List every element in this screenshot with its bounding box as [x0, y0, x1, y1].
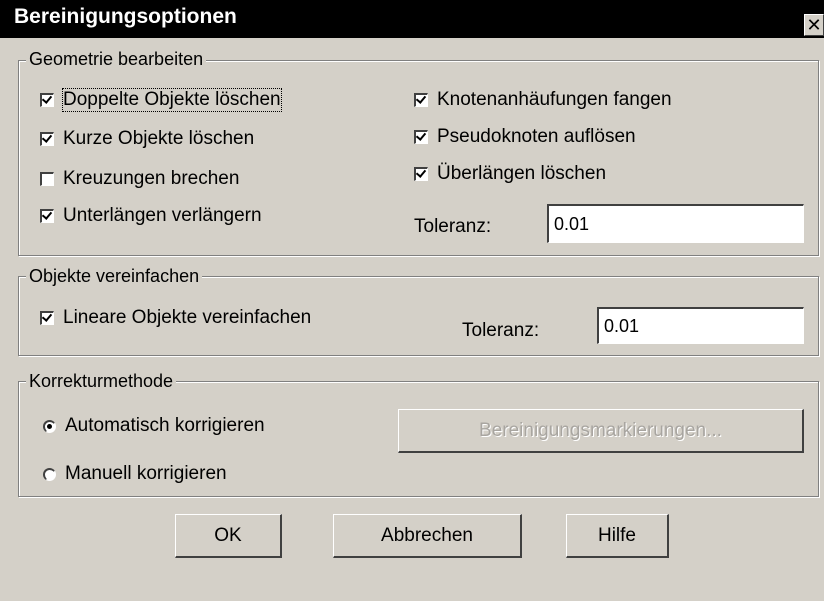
checkbox-box[interactable]: [414, 130, 428, 144]
checkbox-label: Kreuzungen brechen: [63, 168, 240, 189]
help-button[interactable]: Hilfe: [566, 514, 669, 558]
simplify-tolerance-input[interactable]: [597, 307, 804, 344]
checkbox-label: Lineare Objekte vereinfachen: [63, 307, 312, 328]
checkbox-box[interactable]: [40, 172, 54, 186]
close-icon[interactable]: ✕: [804, 14, 824, 36]
checkbox-dissolve-pseudonodes[interactable]: Pseudoknoten auflösen: [414, 124, 636, 150]
checkbox-label: Knotenanhäufungen fangen: [437, 89, 672, 110]
radio-circle[interactable]: [43, 467, 56, 481]
checkbox-simplify-linear[interactable]: Lineare Objekte vereinfachen: [40, 305, 311, 331]
simplify-tolerance-label: Toleranz:: [462, 320, 540, 341]
checkbox-break-intersections[interactable]: Kreuzungen brechen: [40, 166, 239, 192]
checkbox-box[interactable]: [40, 209, 54, 223]
checkbox-box[interactable]: [414, 93, 428, 107]
checkbox-extend-undershoots[interactable]: Unterlängen verlängern: [40, 203, 262, 229]
checkbox-label: Kurze Objekte löschen: [63, 128, 255, 149]
checkbox-label: Unterlängen verlängern: [63, 205, 262, 226]
geometry-tolerance-label: Toleranz:: [414, 216, 492, 237]
correction-group-legend: Korrekturmethode: [26, 371, 177, 391]
geometry-tolerance-input[interactable]: [547, 204, 804, 243]
cleanup-markers-button[interactable]: Bereinigungsmarkierungen...: [398, 409, 804, 453]
checkbox-duplicate-objects[interactable]: Doppelte Objekte löschen: [40, 87, 282, 113]
checkbox-label: Pseudoknoten auflösen: [437, 126, 636, 147]
checkbox-box[interactable]: [414, 167, 428, 181]
title-bar: Bereinigungsoptionen ✕: [0, 0, 824, 38]
checkbox-label: Doppelte Objekte löschen: [62, 88, 282, 112]
checkbox-box[interactable]: [40, 132, 54, 146]
cleanup-options-dialog: Bereinigungsoptionen ✕ Geometrie bearbei…: [0, 0, 824, 601]
checkbox-short-objects[interactable]: Kurze Objekte löschen: [40, 126, 254, 152]
simplify-group-legend: Objekte vereinfachen: [26, 266, 203, 286]
checkbox-label: Überlängen löschen: [437, 163, 607, 184]
radio-circle[interactable]: [43, 419, 56, 433]
radio-manual-correct[interactable]: Manuell korrigieren: [43, 461, 227, 487]
ok-button[interactable]: OK: [175, 514, 282, 558]
radio-auto-correct[interactable]: Automatisch korrigieren: [43, 413, 265, 439]
radio-label: Manuell korrigieren: [65, 463, 227, 484]
dialog-title: Bereinigungsoptionen: [14, 5, 237, 28]
geometry-group-legend: Geometrie bearbeiten: [26, 49, 207, 69]
cancel-button[interactable]: Abbrechen: [333, 514, 522, 558]
checkbox-box[interactable]: [40, 311, 54, 325]
radio-label: Automatisch korrigieren: [65, 415, 265, 436]
checkbox-delete-overshoots[interactable]: Überlängen löschen: [414, 161, 606, 187]
checkbox-snap-node-clusters[interactable]: Knotenanhäufungen fangen: [414, 87, 672, 113]
checkbox-box[interactable]: [40, 93, 54, 107]
